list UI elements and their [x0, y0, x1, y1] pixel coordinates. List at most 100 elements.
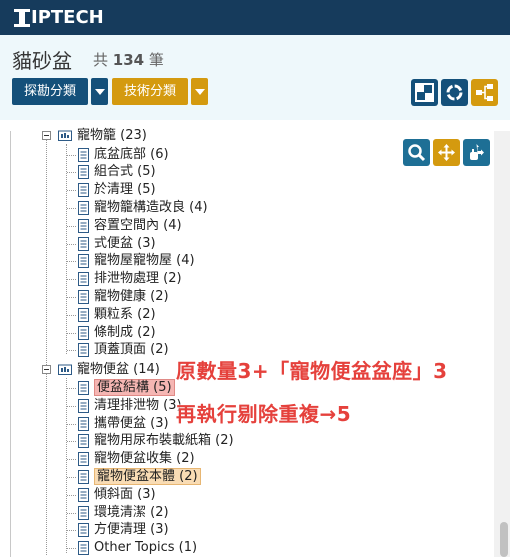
explore-dropdown-chevron-down-icon[interactable]	[91, 78, 108, 105]
document-icon	[78, 470, 89, 484]
count-prefix: 共	[93, 51, 109, 69]
tree-item[interactable]: 寵物便盆本體 (2)	[94, 468, 201, 486]
tree-left-border	[10, 131, 11, 557]
top-bar: IPTECH	[0, 0, 510, 35]
tree-item[interactable]: 顆粒系 (2)	[94, 306, 156, 324]
zoom-icon	[408, 144, 426, 162]
tree-branch-line	[67, 405, 76, 407]
tree-branch-line	[67, 512, 76, 514]
tech-category-button[interactable]: 技術分類	[112, 78, 188, 105]
tree-item[interactable]: 攜帶便盆 (3)	[94, 415, 169, 433]
tree-item[interactable]: 便盆結構 (5)	[94, 379, 175, 397]
tree-branch-line	[67, 494, 76, 496]
tree-branch-line	[67, 388, 76, 389]
group1-guide-line	[66, 144, 67, 354]
tree-scrollbar[interactable]	[494, 131, 510, 557]
hierarchy-icon	[476, 84, 493, 101]
tree-item[interactable]: 條制成 (2)	[94, 324, 156, 342]
tree-item[interactable]: 排泄物處理 (2)	[94, 270, 182, 288]
tree-branch-line	[67, 296, 76, 298]
tree-guide-line	[46, 140, 47, 555]
tree-branch-line	[67, 530, 76, 532]
document-icon	[78, 165, 89, 180]
tree-branch-line	[67, 225, 76, 227]
tree-branch-line	[67, 190, 76, 192]
tree-item-label: 排泄物處理 (2)	[94, 271, 182, 287]
tree-item-label: 環境清潔 (2)	[94, 504, 169, 520]
tree-item-label: 傾斜面 (3)	[94, 486, 156, 502]
tree-item-label: 頂蓋頂面 (2)	[94, 342, 169, 358]
tree-item-label: 寵物屋寵物屋 (4)	[94, 253, 195, 269]
tree-item-label: 方便清理 (3)	[94, 522, 169, 538]
tree-item[interactable]: 環境清潔 (2)	[94, 504, 169, 522]
document-icon	[78, 541, 89, 556]
tree-item[interactable]: 式便盆 (3)	[94, 235, 156, 253]
tree-item-label: 底盆底部 (6)	[94, 146, 169, 162]
tree-item[interactable]: 頂蓋頂面 (2)	[94, 341, 169, 359]
group1-label[interactable]: 寵物籠 (23)	[77, 127, 147, 145]
document-icon	[78, 452, 89, 467]
tree-branch-line	[67, 332, 76, 334]
tree-item[interactable]: 清理排泄物 (3)	[94, 397, 182, 415]
group2-collapse-toggle[interactable]	[42, 365, 51, 374]
tree-item-label: 顆粒系 (2)	[94, 306, 156, 322]
tree-branch-line	[67, 207, 76, 209]
layout-icon	[415, 83, 434, 102]
tree-item[interactable]: 容置空間內 (4)	[94, 217, 182, 235]
count-suffix: 筆	[148, 51, 164, 69]
document-icon	[78, 183, 89, 198]
page-title: 貓砂盆	[12, 49, 72, 73]
zoom-button[interactable]	[403, 139, 430, 166]
document-icon	[78, 236, 89, 251]
tree-item[interactable]: 寵物屋寵物屋 (4)	[94, 252, 195, 270]
explore-category-button[interactable]: 探勘分類	[12, 78, 88, 105]
tree-item-label: 於清理 (5)	[94, 182, 156, 198]
pointer-move-button[interactable]	[463, 139, 490, 166]
group1-collapse-toggle[interactable]	[42, 131, 51, 140]
document-icon	[78, 218, 89, 233]
move-arrows-icon	[438, 144, 455, 161]
tree-item[interactable]: 底盆底部 (6)	[94, 146, 169, 164]
tree-branch-line	[67, 548, 76, 550]
document-icon	[78, 434, 89, 449]
tech-dropdown-chevron-down-icon[interactable]	[191, 78, 208, 105]
tree-item[interactable]: 傾斜面 (3)	[94, 486, 156, 504]
count-value: 134	[112, 51, 145, 69]
brand-name: IPTECH	[31, 7, 104, 28]
group2-guide-line	[66, 378, 67, 553]
document-icon	[78, 487, 89, 502]
tree-item[interactable]: 寵物籠構造改良 (4)	[94, 199, 208, 217]
document-icon	[78, 343, 89, 358]
tree-branch-line	[67, 243, 76, 245]
tree-item-label: 寵物籠構造改良 (4)	[94, 199, 208, 215]
tree-item[interactable]: 於清理 (5)	[94, 181, 156, 199]
tree-item[interactable]: 組合式 (5)	[94, 163, 156, 181]
tree-item-label: Other Topics (1)	[94, 540, 198, 556]
document-icon	[78, 147, 89, 162]
move-button[interactable]	[433, 139, 460, 166]
document-icon	[78, 289, 89, 304]
tree-item-label: 寵物用尿布裝載紙箱 (2)	[94, 433, 234, 449]
tree-scrollbar-thumb[interactable]	[500, 522, 508, 557]
tree-item[interactable]: 寵物便盆收集 (2)	[94, 450, 195, 468]
group1-folder-icon	[58, 130, 72, 141]
tree-item[interactable]: 方便清理 (3)	[94, 521, 169, 539]
document-icon	[78, 325, 89, 340]
group2-label[interactable]: 寵物便盆 (14)	[77, 361, 160, 379]
document-icon	[78, 416, 89, 431]
group2-folder-icon	[58, 364, 72, 375]
tree-item[interactable]: Other Topics (1)	[94, 539, 197, 557]
tree-branch-line	[67, 459, 76, 461]
tree-item-label: 式便盆 (3)	[94, 235, 156, 251]
brand-logo[interactable]: IPTECH	[14, 7, 104, 28]
layout-view-button[interactable]	[411, 79, 438, 106]
tree-item[interactable]: 寵物用尿布裝載紙箱 (2)	[94, 432, 234, 450]
tree-branch-line	[67, 350, 76, 352]
cycle-view-button[interactable]	[441, 79, 468, 106]
document-icon	[78, 254, 89, 269]
annotation-line-1: 原數量3+「寵物便盆盆座」3	[176, 359, 448, 383]
tree-item-label: 寵物便盆收集 (2)	[94, 451, 195, 467]
tree-view-button[interactable]	[471, 79, 498, 106]
tree-item[interactable]: 寵物健康 (2)	[94, 288, 169, 306]
tree-branch-line	[67, 441, 76, 443]
